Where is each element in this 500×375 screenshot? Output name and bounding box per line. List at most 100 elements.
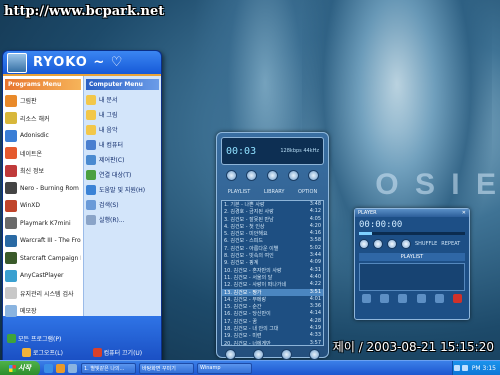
taskbar-button[interactable]: Winamp [197,362,252,374]
left-item[interactable]: Playmark K7mini [5,215,81,233]
network-tray-icon[interactable] [461,365,468,371]
track-duration: 4:31 [309,266,321,273]
select-icon[interactable] [398,294,408,303]
right-item[interactable]: 실행(R)... [86,212,159,227]
playlist-row[interactable]: 11. 김건모 - 서울의 달 4:40 [222,274,323,281]
playlist-row[interactable]: 1. 기본 - 나쁜 사랑 3:48 [222,201,323,208]
track-title: 13. 김건모 - 짱가 [224,289,262,296]
left-item[interactable]: Starcraft Campaign Editor [5,250,81,268]
right-item[interactable]: 내 그림 [86,107,159,122]
desktop-icon[interactable] [68,363,77,373]
track-title: 10. 김건모 - 혼자만의 사랑 [224,267,282,274]
close-icon[interactable]: ✕ [462,210,466,216]
player-tab[interactable]: OPTION [298,189,317,198]
remove-file-icon[interactable] [379,294,389,303]
logoff-button[interactable]: 로그오프(L) [21,348,63,357]
left-item[interactable]: 네이트온 [5,145,81,163]
playlist-row[interactable]: 15. 김건모 - 순간 3:36 [222,303,323,310]
right-item[interactable]: 도움말 및 지원(H) [86,182,159,197]
left-item[interactable]: 최신 정보 [5,162,81,180]
left-item[interactable]: 그림판 [5,92,81,110]
taskbar-button[interactable]: 1. 별빛같은 나의... [81,362,136,374]
player-tab[interactable]: LIBRARY [264,189,285,198]
dictionary-icon [5,129,17,142]
mini-titlebar[interactable]: PLAYER ✕ [355,209,469,217]
right-item[interactable]: 검색(S) [86,197,159,212]
left-item[interactable]: Warcraft III - The Frozen Throne [5,232,81,250]
left-item-label: Warcraft III - The Frozen Throne [20,237,81,245]
start-menu-header: RYOKO ~ ♡ [3,51,161,76]
play-button[interactable] [246,170,258,181]
list-icon[interactable] [434,294,444,303]
media-player-icon[interactable] [56,363,65,373]
user-avatar[interactable] [7,52,27,73]
right-item-label: 검색(S) [99,202,119,209]
playlist-row[interactable]: 20. 김건모 - 너에게만 3:57 [222,339,323,346]
sort-button[interactable] [280,349,292,360]
record-icon[interactable] [453,294,463,303]
playlist-row[interactable]: 3. 김건모 - 잘못된 만남 4:05 [222,216,323,223]
seek-fill [359,232,372,235]
seek-bar[interactable] [359,232,465,235]
right-item-label: 내 컴퓨터 [99,142,123,149]
right-item[interactable]: 내 음악 [86,122,159,137]
list-options-button[interactable] [308,349,320,360]
right-item[interactable]: 내 문서 [86,92,159,107]
playlist-row[interactable]: 12. 김건모 - 사랑이 떠나가네 4:22 [222,281,323,288]
track-duration: 3:57 [309,339,321,346]
stop-button[interactable] [287,170,299,181]
add-button[interactable] [225,349,237,360]
player-tab[interactable]: PLAYLIST [228,189,251,198]
network-icon [86,169,96,180]
right-item[interactable]: 연결 대상(T) [86,167,159,182]
track-title: 3. 김건모 - 잘못된 만남 [224,216,274,223]
playlist-row[interactable]: 10. 김건모 - 혼자만의 사랑 4:31 [222,267,323,274]
mini-playlist[interactable] [359,263,465,291]
right-item-label: 내 문서 [99,97,118,104]
internet-explorer-icon[interactable] [44,363,53,373]
prev-button[interactable] [225,170,237,181]
next-button[interactable] [308,170,320,181]
add-file-icon[interactable] [361,294,371,303]
repeat-toggle[interactable]: REPEAT [441,241,460,247]
shutdown-button[interactable]: 컴퓨터 끄기(U) [92,348,142,357]
left-item[interactable]: 유지관리 시스템 검사 [5,285,81,303]
left-item-label: AnyCastPlayer [20,272,64,280]
volume-icon[interactable] [453,365,460,371]
clock[interactable]: PM 3:15 [472,365,496,372]
playlist-row[interactable]: 7. 김건모 - 아름다운 이별 5:02 [222,245,323,252]
pause-button[interactable] [266,170,278,181]
remove-button[interactable] [253,349,265,360]
mini-play-button[interactable] [359,239,369,249]
taskbar-button[interactable]: 바탕화면 꾸미기 [139,362,194,374]
left-item-label: 유지관리 시스템 검사 [20,290,74,298]
playlist-row[interactable]: 6. 김건모 - 스피드 3:58 [222,237,323,244]
shuffle-toggle[interactable]: SHUFFLE [415,241,437,247]
left-item[interactable]: WinXD [5,197,81,215]
playlist-row[interactable]: 4. 김건모 - 첫 인상 4:20 [222,223,323,230]
left-item[interactable]: Nero - Burning Rom [5,180,81,198]
playlist-row[interactable]: 2. 김경호 - 금지된 사랑 4:12 [222,208,323,215]
track-title: 4. 김건모 - 첫 인상 [224,223,265,230]
left-item[interactable]: 리소스 해커 [5,110,81,128]
mini-eject-button[interactable] [401,239,411,249]
playlist-row[interactable]: 18. 김건모 - 내 안의 그대 4:19 [222,325,323,332]
right-item[interactable]: 제어판(C) [86,152,159,167]
mini-next-button[interactable] [387,239,397,249]
right-item[interactable]: 내 컴퓨터 [86,137,159,152]
playlist-row[interactable]: 9. 김건모 - 핑계 4:09 [222,259,323,266]
playlist-row[interactable]: 17. 김건모 - 꿈 4:28 [222,318,323,325]
playlist-row[interactable]: 14. 김건모 - 부메랑 4:01 [222,296,323,303]
playlist-row[interactable]: 5. 김건모 - 미안해요 4:16 [222,230,323,237]
left-item[interactable]: Adonisdic [5,127,81,145]
start-button[interactable]: 시작 [0,360,40,375]
playlist-row[interactable]: 8. 김건모 - 빗속의 여인 3:44 [222,252,323,259]
playlist-row[interactable]: 16. 김건모 - 당신만이 4:14 [222,310,323,317]
left-item[interactable]: AnyCastPlayer [5,267,81,285]
mini-stop-button[interactable] [373,239,383,249]
playlist-row[interactable]: 19. 김건모 - 미련 4:33 [222,332,323,339]
misc-icon[interactable] [416,294,426,303]
playlist-row[interactable]: 13. 김건모 - 짱가 3:51 [222,288,323,296]
left-item[interactable]: 메모장 [5,302,81,320]
all-programs-button[interactable]: 모든 프로그램(P) [7,334,157,343]
